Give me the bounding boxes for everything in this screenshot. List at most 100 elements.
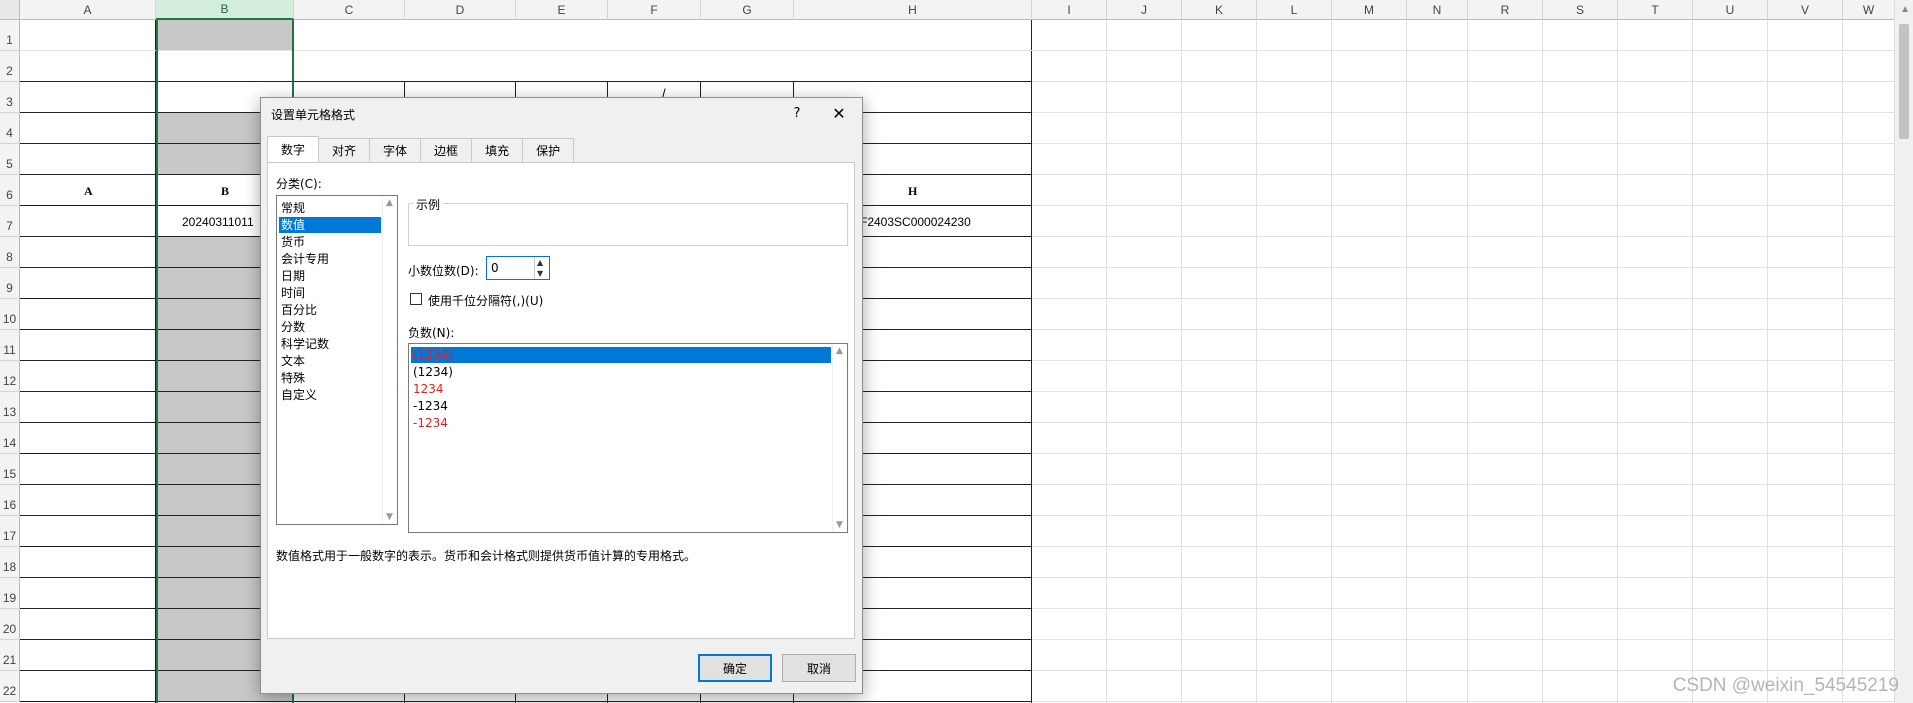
decimal-places-value[interactable]: 0	[491, 261, 499, 275]
column-header-g[interactable]: G	[701, 0, 794, 20]
help-button[interactable]: ?	[786, 102, 808, 124]
category-item[interactable]: 科学记数	[279, 336, 381, 352]
row-header-3[interactable]: 3	[0, 82, 20, 113]
column-header-l[interactable]: L	[1257, 0, 1332, 20]
negative-numbers-list[interactable]: (1234) (1234) 1234 -1234 -1234 ▲ ▼	[408, 343, 848, 533]
category-item[interactable]: 日期	[279, 268, 381, 284]
grid-hline	[1032, 236, 1895, 237]
scroll-up-icon[interactable]: ▲	[386, 198, 393, 208]
thousands-separator-label[interactable]: 使用千位分隔符(,)(U)	[428, 292, 543, 309]
number-tab-panel: 分类(C): 常规 数值 货币 会计专用 日期 时间 百分比 分数 科学记数 文本 特殊 自定义 ▲ …	[267, 162, 855, 639]
category-item[interactable]: 数值	[279, 217, 381, 233]
column-header-m[interactable]: M	[1332, 0, 1407, 20]
negative-numbers-label: 负数(N):	[408, 326, 455, 340]
negative-list-scrollbar[interactable]: ▲ ▼	[832, 344, 847, 532]
vertical-scrollbar[interactable]: ▲	[1894, 0, 1913, 703]
tab-protection[interactable]: 保护	[522, 138, 575, 162]
category-item[interactable]: 分数	[279, 319, 381, 335]
row-header-8[interactable]: 8	[0, 237, 20, 268]
ok-button[interactable]: 确定	[698, 654, 772, 682]
grid-hline	[1032, 298, 1895, 299]
column-header-j[interactable]: J	[1107, 0, 1182, 20]
scroll-thumb[interactable]	[1899, 24, 1909, 139]
negative-format-item[interactable]: (1234)	[411, 347, 831, 363]
column-header-v[interactable]: V	[1768, 0, 1843, 20]
column-header-b[interactable]: B	[156, 0, 294, 20]
scroll-up-icon[interactable]: ▲	[836, 346, 843, 356]
close-button[interactable]: ✕	[826, 102, 852, 124]
cell-a6[interactable]: A	[84, 184, 93, 199]
row-header-13[interactable]: 13	[0, 392, 20, 423]
grid-hline	[1032, 608, 1895, 609]
category-item[interactable]: 文本	[279, 353, 381, 369]
tab-strip: 数字 对齐 字体 边框 填充 保护	[267, 136, 575, 163]
column-header-k[interactable]: K	[1182, 0, 1257, 20]
row-header-4[interactable]: 4	[0, 113, 20, 144]
thousands-separator-checkbox[interactable]	[410, 293, 422, 305]
row-header-6[interactable]: 6	[0, 175, 20, 206]
row-header-17[interactable]: 17	[0, 516, 20, 547]
row-header-18[interactable]: 18	[0, 547, 20, 578]
row-header-16[interactable]: 16	[0, 485, 20, 516]
category-item[interactable]: 自定义	[279, 387, 381, 403]
row-header-5[interactable]: 5	[0, 144, 20, 175]
cell-h7[interactable]: F2403SC000024230	[860, 215, 971, 229]
row-header-22[interactable]: 22	[0, 671, 20, 702]
row-header-15[interactable]: 15	[0, 454, 20, 485]
column-header-r[interactable]: R	[1468, 0, 1543, 20]
row-header-12[interactable]: 12	[0, 361, 20, 392]
column-header-i[interactable]: I	[1032, 0, 1107, 20]
select-all-corner[interactable]	[0, 0, 20, 20]
column-header-u[interactable]: U	[1693, 0, 1768, 20]
row-header-10[interactable]: 10	[0, 299, 20, 330]
category-item[interactable]: 特殊	[279, 370, 381, 386]
negative-format-item[interactable]: 1234	[411, 381, 831, 397]
cancel-button[interactable]: 取消	[782, 654, 856, 682]
tab-font[interactable]: 字体	[369, 138, 422, 162]
negative-format-item[interactable]: -1234	[411, 398, 831, 414]
column-header-s[interactable]: S	[1543, 0, 1618, 20]
category-list[interactable]: 常规 数值 货币 会计专用 日期 时间 百分比 分数 科学记数 文本 特殊 自定义 ▲ ▼	[276, 195, 398, 525]
column-header-a[interactable]: A	[20, 0, 156, 20]
row-header-7[interactable]: 7	[0, 206, 20, 237]
category-item[interactable]: 时间	[279, 285, 381, 301]
row-header-11[interactable]: 11	[0, 330, 20, 361]
column-header-e[interactable]: E	[516, 0, 608, 20]
row-header-19[interactable]: 19	[0, 578, 20, 609]
spinner-buttons[interactable]: ▲ ▼	[534, 257, 549, 279]
category-item[interactable]: 货币	[279, 234, 381, 250]
column-header-f[interactable]: F	[608, 0, 701, 20]
scroll-down-icon[interactable]: ▼	[836, 520, 843, 530]
spin-down-icon[interactable]: ▼	[537, 269, 543, 278]
column-header-n[interactable]: N	[1407, 0, 1468, 20]
scroll-down-icon[interactable]: ▼	[386, 512, 393, 522]
category-item[interactable]: 会计专用	[279, 251, 381, 267]
tab-fill[interactable]: 填充	[471, 138, 524, 162]
row-header-1[interactable]: 1	[0, 20, 20, 51]
row-header-20[interactable]: 20	[0, 609, 20, 640]
tab-alignment[interactable]: 对齐	[318, 138, 371, 162]
row-header-2[interactable]: 2	[0, 51, 20, 82]
category-item[interactable]: 常规	[279, 200, 381, 216]
grid-hline	[1032, 50, 1895, 51]
scroll-up-icon[interactable]: ▲	[1900, 4, 1910, 15]
negative-format-item[interactable]: (1234)	[411, 364, 831, 380]
decimal-places-spinner[interactable]: 0 ▲ ▼	[486, 256, 550, 280]
column-header-t[interactable]: T	[1618, 0, 1693, 20]
column-header-d[interactable]: D	[405, 0, 516, 20]
category-list-scrollbar[interactable]: ▲ ▼	[382, 196, 397, 524]
column-header-w[interactable]: W	[1843, 0, 1895, 20]
tab-number[interactable]: 数字	[267, 136, 320, 162]
tab-border[interactable]: 边框	[420, 138, 473, 162]
column-header-h[interactable]: H	[794, 0, 1032, 20]
row-header-9[interactable]: 9	[0, 268, 20, 299]
column-header-c[interactable]: C	[294, 0, 405, 20]
cell-h6[interactable]: H	[908, 184, 917, 199]
row-header-21[interactable]: 21	[0, 640, 20, 671]
grid-vline	[1406, 20, 1407, 703]
spin-up-icon[interactable]: ▲	[537, 258, 543, 267]
negative-format-item[interactable]: -1234	[411, 415, 831, 431]
format-cells-dialog: 设置单元格格式 ? ✕ 数字 对齐 字体 边框 填充 保护 分类(C): 常规数…	[260, 97, 863, 694]
row-header-14[interactable]: 14	[0, 423, 20, 454]
category-item[interactable]: 百分比	[279, 302, 381, 318]
